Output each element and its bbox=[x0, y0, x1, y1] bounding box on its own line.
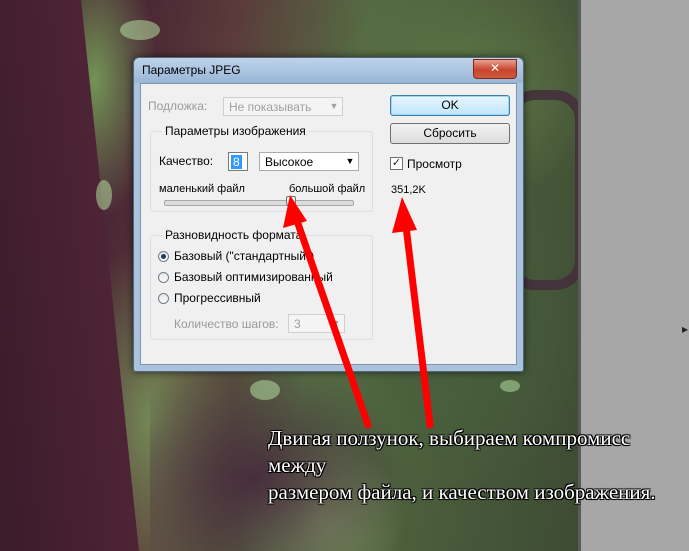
preview-checkbox[interactable]: ✓ bbox=[390, 157, 403, 170]
ok-button[interactable]: OK bbox=[390, 95, 510, 116]
vegetation-patch bbox=[500, 380, 520, 392]
matte-label: Подложка: bbox=[148, 99, 208, 113]
dialog-client: Подложка: Не показывать ▼ Параметры изоб… bbox=[140, 83, 517, 365]
panel-expand-icon[interactable]: ▸ bbox=[682, 322, 688, 336]
image-options-group: Параметры изображения Качество: 8 Высоко… bbox=[150, 124, 373, 212]
quality-preset-select[interactable]: Высокое ▼ bbox=[259, 152, 359, 171]
jpeg-options-dialog: Параметры JPEG ✕ Подложка: Не показывать… bbox=[133, 57, 524, 372]
caption-line-2: размером файла, и качеством изображения. bbox=[268, 480, 656, 504]
matte-value: Не показывать bbox=[229, 100, 312, 114]
preview-label[interactable]: Просмотр bbox=[407, 157, 462, 171]
image-options-legend: Параметры изображения bbox=[162, 124, 309, 138]
file-size-value: 351,2K bbox=[391, 184, 426, 196]
quality-value: 8 bbox=[231, 155, 242, 169]
large-file-label: большой файл bbox=[289, 183, 366, 195]
radio-label[interactable]: Базовый оптимизированный bbox=[174, 270, 333, 284]
chevron-down-icon: ▼ bbox=[331, 318, 341, 328]
format-options-group: Разновидность формата Базовый ("стандарт… bbox=[150, 228, 373, 340]
vegetation-patch bbox=[120, 20, 160, 40]
small-file-label: маленький файл bbox=[159, 183, 245, 195]
quality-label: Качество: bbox=[159, 154, 214, 168]
matte-select[interactable]: Не показывать ▼ bbox=[223, 97, 343, 116]
chevron-down-icon: ▼ bbox=[345, 156, 355, 166]
radio-baseline-standard[interactable] bbox=[158, 251, 169, 262]
annotation-caption: Двигая ползунок, выбираем компромисс меж… bbox=[268, 425, 688, 506]
scans-value: 3 bbox=[294, 317, 301, 331]
quality-slider-track[interactable] bbox=[164, 200, 354, 206]
radio-progressive[interactable] bbox=[158, 293, 169, 304]
format-options-legend: Разновидность формата bbox=[162, 228, 306, 242]
radio-label[interactable]: Прогрессивный bbox=[174, 291, 261, 305]
scans-select[interactable]: 3 ▼ bbox=[288, 314, 345, 333]
close-button[interactable]: ✕ bbox=[473, 59, 517, 79]
dialog-title: Параметры JPEG bbox=[142, 63, 241, 77]
water-area bbox=[0, 0, 139, 551]
quality-input[interactable]: 8 bbox=[228, 152, 248, 171]
quality-slider-thumb[interactable] bbox=[285, 196, 296, 208]
vegetation-patch bbox=[96, 180, 112, 210]
dialog-titlebar[interactable]: Параметры JPEG ✕ bbox=[134, 58, 523, 83]
scans-label: Количество шагов: bbox=[174, 317, 279, 331]
quality-preset-value: Высокое bbox=[265, 155, 314, 169]
chevron-down-icon: ▼ bbox=[329, 101, 339, 111]
vegetation-patch bbox=[250, 380, 280, 400]
caption-line-1: Двигая ползунок, выбираем компромисс меж… bbox=[268, 426, 631, 477]
radio-baseline-optimized[interactable] bbox=[158, 272, 169, 283]
radio-label[interactable]: Базовый ("стандартный") bbox=[174, 249, 314, 263]
reset-button[interactable]: Сбросить bbox=[390, 123, 510, 144]
